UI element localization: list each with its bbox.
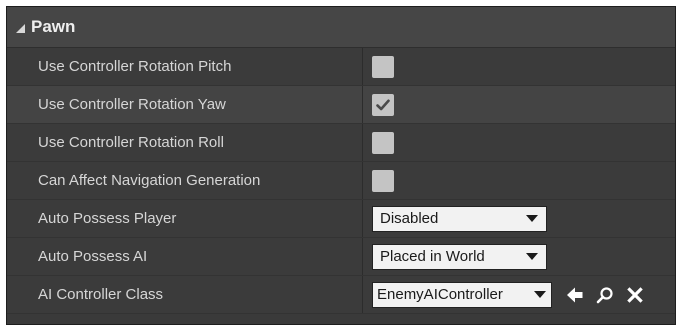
use-controller-rotation-yaw-checkbox[interactable] — [372, 93, 394, 116]
property-label: Auto Possess Player — [38, 210, 177, 227]
property-row-ai-controller-class: AI Controller Class EnemyAIController — [7, 276, 675, 314]
pawn-section-header[interactable]: Pawn — [7, 7, 675, 48]
can-affect-navigation-generation-checkbox[interactable] — [372, 169, 394, 192]
property-row-can-affect-navigation-generation: Can Affect Navigation Generation — [7, 162, 675, 200]
property-row-use-controller-rotation-yaw: Use Controller Rotation Yaw — [7, 86, 675, 124]
column-divider[interactable] — [362, 162, 363, 199]
property-list: Use Controller Rotation Pitch Use Contro… — [7, 48, 675, 314]
class-picker-value: EnemyAIController — [377, 286, 503, 303]
chevron-down-icon — [534, 291, 546, 298]
column-divider[interactable] — [362, 276, 363, 313]
checkmark-icon — [376, 99, 390, 110]
close-icon — [627, 286, 643, 303]
property-label: Use Controller Rotation Roll — [38, 134, 224, 151]
property-row-use-controller-rotation-pitch: Use Controller Rotation Pitch — [7, 48, 675, 86]
chevron-down-icon — [526, 253, 538, 260]
ai-controller-class-picker[interactable]: EnemyAIController — [372, 281, 552, 308]
details-panel: Pawn Use Controller Rotation Pitch Use C… — [6, 6, 676, 325]
property-label: Can Affect Navigation Generation — [38, 172, 261, 189]
property-label: Use Controller Rotation Pitch — [38, 58, 232, 75]
column-divider[interactable] — [362, 238, 363, 275]
clear-button[interactable] — [624, 284, 646, 306]
expand-triangle-icon[interactable] — [16, 23, 25, 33]
column-divider[interactable] — [362, 200, 363, 237]
property-row-auto-possess-ai: Auto Possess AI Placed in World — [7, 238, 675, 276]
dropdown-value: Disabled — [380, 210, 439, 227]
column-divider[interactable] — [362, 48, 363, 85]
property-row-use-controller-rotation-roll: Use Controller Rotation Roll — [7, 124, 675, 162]
use-controller-rotation-roll-checkbox[interactable] — [372, 131, 394, 154]
column-divider[interactable] — [362, 86, 363, 123]
arrow-left-icon — [567, 287, 583, 302]
auto-possess-ai-dropdown[interactable]: Placed in World — [372, 243, 547, 270]
browse-button[interactable] — [594, 284, 616, 306]
column-divider[interactable] — [362, 124, 363, 161]
use-controller-rotation-pitch-checkbox[interactable] — [372, 55, 394, 78]
auto-possess-player-dropdown[interactable]: Disabled — [372, 205, 547, 232]
property-label: AI Controller Class — [38, 286, 164, 303]
section-title: Pawn — [31, 17, 76, 36]
dropdown-value: Placed in World — [380, 248, 485, 265]
chevron-down-icon — [526, 215, 538, 222]
property-label: Use Controller Rotation Yaw — [38, 96, 226, 113]
property-label: Auto Possess AI — [38, 248, 148, 265]
use-selected-button[interactable] — [564, 284, 586, 306]
property-row-auto-possess-player: Auto Possess Player Disabled — [7, 200, 675, 238]
search-icon — [596, 286, 613, 303]
